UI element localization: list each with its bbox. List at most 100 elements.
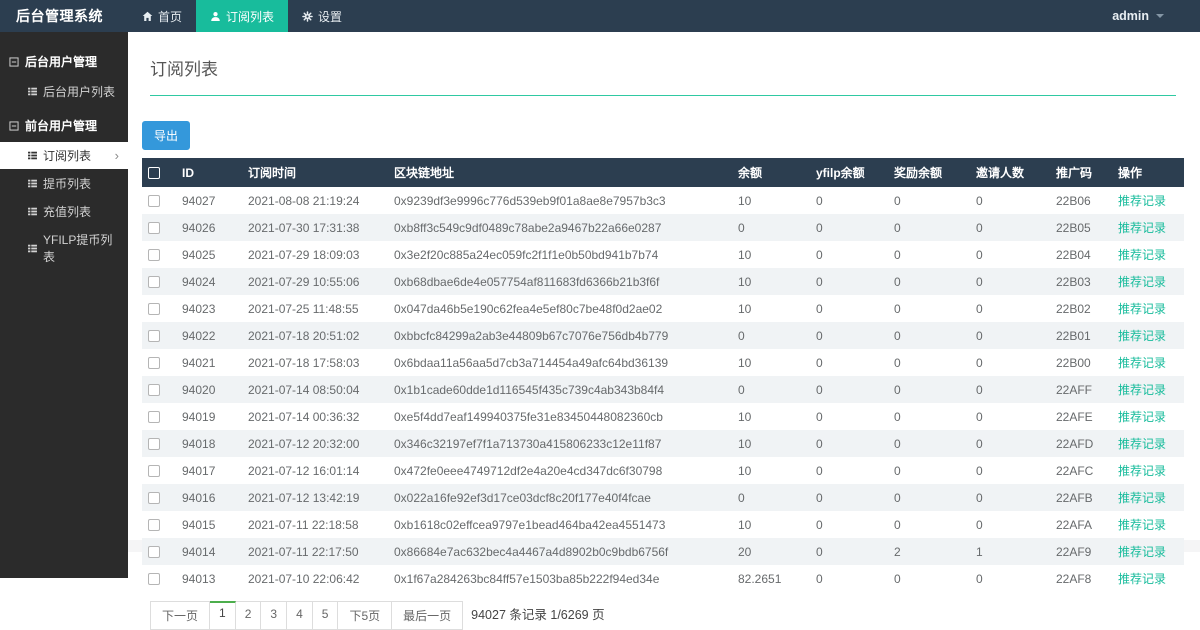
- referral-record-link[interactable]: 推荐记录: [1118, 329, 1166, 343]
- cell-invite-count: 0: [970, 403, 1050, 430]
- page-number-button[interactable]: 1: [210, 601, 236, 630]
- cell-reward-balance: 0: [888, 403, 970, 430]
- table-row: 94024 2021-07-29 10:55:06 0xb68dbae6de4e…: [142, 268, 1184, 295]
- cell-action: 推荐记录: [1112, 268, 1184, 295]
- referral-record-link[interactable]: 推荐记录: [1118, 464, 1166, 478]
- cell-subscribe-time: 2021-08-08 21:19:24: [242, 187, 388, 214]
- sidebar-item-admin-user-list[interactable]: 后台用户列表: [0, 78, 128, 105]
- cell-promo-code: 22AFB: [1050, 484, 1112, 511]
- cell-action: 推荐记录: [1112, 457, 1184, 484]
- list-icon: [27, 243, 38, 254]
- cell-yfilp-balance: 0: [810, 457, 888, 484]
- user-menu[interactable]: admin: [1112, 0, 1200, 32]
- referral-record-link[interactable]: 推荐记录: [1118, 545, 1166, 559]
- cell-blockchain-address: 0x472fe0eee4749712df2e4a20e4cd347dc6f307…: [388, 457, 732, 484]
- row-checkbox[interactable]: [148, 357, 160, 369]
- sidebar-group-label: 前台用户管理: [25, 117, 97, 134]
- cell-reward-balance: 0: [888, 376, 970, 403]
- chevron-down-icon: [1156, 14, 1164, 18]
- row-checkbox[interactable]: [148, 195, 160, 207]
- row-checkbox[interactable]: [148, 411, 160, 423]
- sidebar-group-admin-users[interactable]: 后台用户管理: [0, 42, 128, 77]
- page-number-button[interactable]: 5: [313, 601, 339, 630]
- sidebar-group-front-users[interactable]: 前台用户管理: [0, 106, 128, 141]
- referral-record-link[interactable]: 推荐记录: [1118, 221, 1166, 235]
- row-checkbox[interactable]: [148, 276, 160, 288]
- table-row: 94014 2021-07-11 22:17:50 0x86684e7ac632…: [142, 538, 1184, 565]
- cell-subscribe-time: 2021-07-11 22:17:50: [242, 538, 388, 565]
- row-checkbox[interactable]: [148, 465, 160, 477]
- cell-reward-balance: 0: [888, 349, 970, 376]
- cell-yfilp-balance: 0: [810, 430, 888, 457]
- cell-subscribe-time: 2021-07-14 08:50:04: [242, 376, 388, 403]
- last-page-button[interactable]: 最后一页: [392, 601, 463, 630]
- referral-record-link[interactable]: 推荐记录: [1118, 491, 1166, 505]
- chevron-right-icon: ›: [115, 148, 119, 161]
- cell-checkbox: [142, 484, 176, 511]
- referral-record-link[interactable]: 推荐记录: [1118, 383, 1166, 397]
- referral-record-link[interactable]: 推荐记录: [1118, 248, 1166, 262]
- sidebar-item-label: YFILP提币列表: [43, 231, 120, 265]
- prev-page-button[interactable]: 下一页: [150, 601, 210, 630]
- cell-blockchain-address: 0x86684e7ac632bec4a4467a4d8902b0c9bdb675…: [388, 538, 732, 565]
- cell-subscribe-time: 2021-07-12 13:42:19: [242, 484, 388, 511]
- referral-record-link[interactable]: 推荐记录: [1118, 302, 1166, 316]
- export-button[interactable]: 导出: [142, 121, 190, 150]
- cell-subscribe-time: 2021-07-18 20:51:02: [242, 322, 388, 349]
- row-checkbox[interactable]: [148, 519, 160, 531]
- row-checkbox[interactable]: [148, 573, 160, 585]
- row-checkbox[interactable]: [148, 222, 160, 234]
- cell-invite-count: 0: [970, 322, 1050, 349]
- cell-yfilp-balance: 0: [810, 511, 888, 538]
- nav-item-settings[interactable]: 设置: [288, 0, 356, 32]
- sidebar-item-recharge-list[interactable]: 充值列表: [0, 198, 128, 225]
- referral-record-link[interactable]: 推荐记录: [1118, 275, 1166, 289]
- referral-record-link[interactable]: 推荐记录: [1118, 572, 1166, 586]
- cell-id: 94015: [176, 511, 242, 538]
- row-checkbox[interactable]: [148, 492, 160, 504]
- page-number-button[interactable]: 4: [287, 601, 313, 630]
- table-body: 94027 2021-08-08 21:19:24 0x9239df3e9996…: [142, 187, 1184, 592]
- next-5-pages-button[interactable]: 下5页: [338, 601, 392, 630]
- select-all-checkbox[interactable]: [148, 167, 160, 179]
- cell-checkbox: [142, 511, 176, 538]
- cell-promo-code: 22AFA: [1050, 511, 1112, 538]
- page-number-button[interactable]: 3: [261, 601, 287, 630]
- row-checkbox[interactable]: [148, 330, 160, 342]
- row-checkbox[interactable]: [148, 303, 160, 315]
- cell-balance: 10: [732, 187, 810, 214]
- nav-item-label: 首页: [158, 8, 182, 25]
- cell-balance: 10: [732, 403, 810, 430]
- cell-subscribe-time: 2021-07-14 00:36:32: [242, 403, 388, 430]
- referral-record-link[interactable]: 推荐记录: [1118, 356, 1166, 370]
- cell-reward-balance: 0: [888, 241, 970, 268]
- row-checkbox[interactable]: [148, 546, 160, 558]
- cell-balance: 10: [732, 511, 810, 538]
- column-header-yfilp-balance: yfilp余额: [810, 158, 888, 187]
- referral-record-link[interactable]: 推荐记录: [1118, 518, 1166, 532]
- cell-reward-balance: 0: [888, 187, 970, 214]
- table-row: 94019 2021-07-14 00:36:32 0xe5f4dd7eaf14…: [142, 403, 1184, 430]
- sidebar: 后台用户管理 后台用户列表 前台用户管理 订阅列表 › 提币列表 充值列表 YF…: [0, 32, 128, 578]
- row-checkbox[interactable]: [148, 249, 160, 261]
- cell-reward-balance: 2: [888, 538, 970, 565]
- cell-id: 94021: [176, 349, 242, 376]
- sidebar-item-withdraw-list[interactable]: 提币列表: [0, 170, 128, 197]
- cell-subscribe-time: 2021-07-18 17:58:03: [242, 349, 388, 376]
- row-checkbox[interactable]: [148, 438, 160, 450]
- nav-item-home[interactable]: 首页: [128, 0, 196, 32]
- cell-checkbox: [142, 349, 176, 376]
- cell-invite-count: 0: [970, 484, 1050, 511]
- sidebar-item-yfilp-withdraw-list[interactable]: YFILP提币列表: [0, 226, 128, 270]
- referral-record-link[interactable]: 推荐记录: [1118, 437, 1166, 451]
- app-title: 后台管理系统: [0, 0, 128, 32]
- row-checkbox[interactable]: [148, 384, 160, 396]
- nav-item-subscription-list[interactable]: 订阅列表: [196, 0, 288, 32]
- cell-checkbox: [142, 295, 176, 322]
- sidebar-item-subscription-list[interactable]: 订阅列表 ›: [0, 142, 128, 169]
- cell-yfilp-balance: 0: [810, 484, 888, 511]
- cell-yfilp-balance: 0: [810, 187, 888, 214]
- page-number-button[interactable]: 2: [236, 601, 262, 630]
- referral-record-link[interactable]: 推荐记录: [1118, 410, 1166, 424]
- referral-record-link[interactable]: 推荐记录: [1118, 194, 1166, 208]
